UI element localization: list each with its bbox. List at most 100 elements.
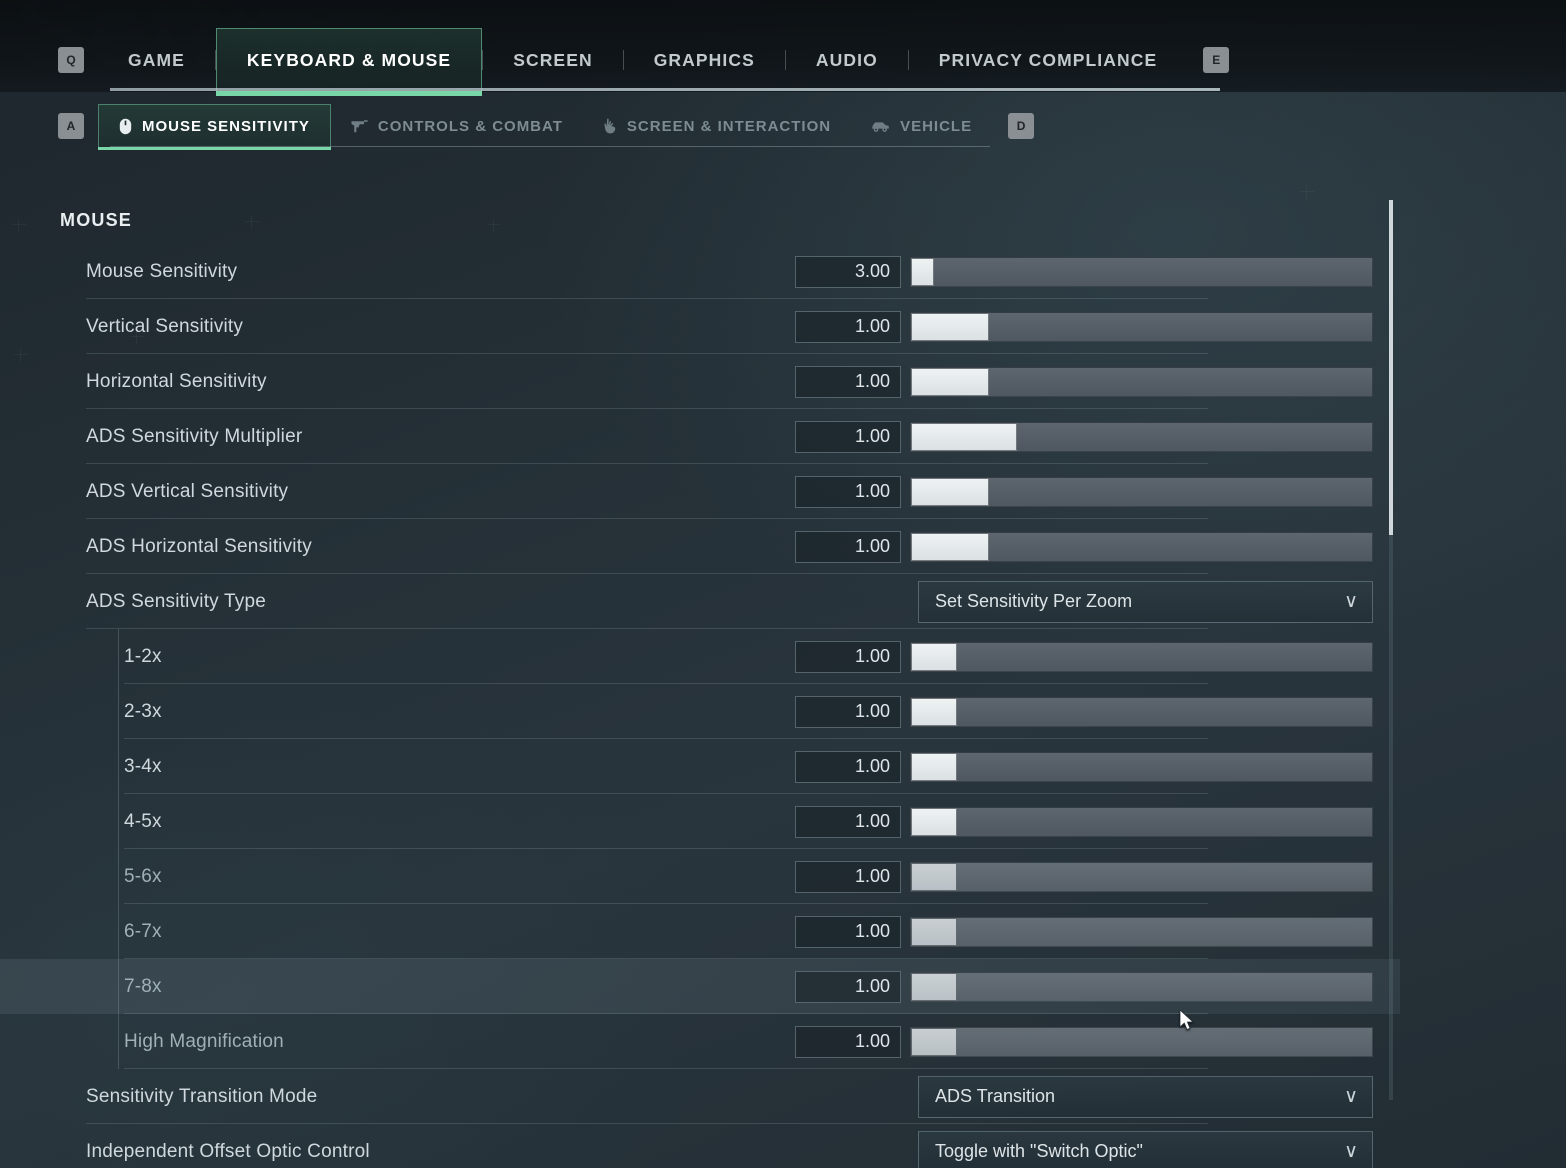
setting-label: 5-6x bbox=[124, 865, 162, 887]
settings-screen: Settings Q GAMEKEYBOARD & MOUSESCREENGRA… bbox=[0, 0, 1566, 1168]
setting-slider[interactable] bbox=[910, 751, 1373, 782]
setting-row-vertical-sensitivity[interactable]: Vertical Sensitivity 1.00 bbox=[0, 299, 1400, 354]
main-tab-screen[interactable]: SCREEN bbox=[483, 28, 623, 92]
sub-tab-label: VEHICLE bbox=[900, 117, 973, 135]
setting-value-box[interactable]: 1.00 bbox=[795, 475, 901, 508]
setting-label: 4-5x bbox=[124, 810, 162, 832]
setting-row-7-8x[interactable]: 7-8x 1.00 bbox=[0, 959, 1400, 1014]
setting-row-ads-vertical-sensitivity[interactable]: ADS Vertical Sensitivity 1.00 bbox=[0, 464, 1400, 519]
setting-value-box[interactable]: 1.00 bbox=[795, 1025, 901, 1058]
slider-fill bbox=[911, 257, 935, 286]
slider-fill bbox=[911, 807, 958, 836]
sub-tab-controls-combat[interactable]: CONTROLS & COMBAT bbox=[331, 104, 583, 148]
main-tab-game[interactable]: GAME bbox=[98, 28, 215, 92]
setting-value-box[interactable]: 1.00 bbox=[795, 805, 901, 838]
setting-slider[interactable] bbox=[910, 861, 1373, 892]
setting-label: Vertical Sensitivity bbox=[86, 315, 244, 337]
setting-slider[interactable] bbox=[910, 421, 1373, 452]
main-tab-bar: Q GAME KEYBOARD & MOUSE SCREEN GRAPHICS AUDI… bbox=[0, 28, 1566, 96]
setting-dropdown[interactable]: Set Sensitivity Per Zoom ∨ bbox=[918, 580, 1373, 623]
setting-row-ads-sensitivity-multiplier[interactable]: ADS Sensitivity Multiplier 1.00 bbox=[0, 409, 1400, 464]
key-hint-d[interactable]: D bbox=[1008, 113, 1035, 139]
setting-slider[interactable] bbox=[910, 1026, 1373, 1057]
main-tab-keyboard-mouse[interactable]: KEYBOARD & MOUSE bbox=[215, 28, 483, 96]
setting-row-6-7x[interactable]: 6-7x 1.00 bbox=[0, 904, 1400, 959]
setting-label: 1-2x bbox=[124, 645, 162, 667]
setting-value-box[interactable]: 1.00 bbox=[795, 640, 901, 673]
setting-slider[interactable] bbox=[910, 806, 1373, 837]
setting-value-box[interactable]: 1.00 bbox=[795, 915, 901, 948]
main-tab-audio[interactable]: AUDIO bbox=[786, 28, 908, 92]
key-hint-a[interactable]: A bbox=[58, 113, 84, 139]
setting-row-5-6x[interactable]: 5-6x 1.00 bbox=[0, 849, 1400, 904]
sub-tab-screen-interaction[interactable]: SCREEN & INTERACTION bbox=[583, 104, 851, 148]
dropdown-value: Set Sensitivity Per Zoom bbox=[935, 591, 1133, 611]
slider-fill bbox=[911, 917, 958, 946]
slider-fill bbox=[911, 312, 990, 341]
main-tab-graphics[interactable]: GRAPHICS bbox=[624, 28, 785, 92]
setting-slider[interactable] bbox=[910, 256, 1373, 287]
key-hint-e[interactable]: E bbox=[1203, 47, 1230, 73]
slider-fill bbox=[911, 477, 990, 506]
sub-tab-vehicle[interactable]: VEHICLE bbox=[851, 104, 992, 148]
setting-label: Mouse Sensitivity bbox=[86, 260, 238, 282]
setting-value-box[interactable]: 1.00 bbox=[795, 970, 901, 1003]
setting-value-box[interactable]: 1.00 bbox=[795, 750, 901, 783]
setting-row-ads-horizontal-sensitivity[interactable]: ADS Horizontal Sensitivity 1.00 bbox=[0, 519, 1400, 574]
setting-value-box[interactable]: 3.00 bbox=[795, 255, 901, 288]
setting-row-mouse-sensitivity[interactable]: Mouse Sensitivity 3.00 bbox=[0, 244, 1400, 299]
setting-value-box[interactable]: 1.00 bbox=[795, 860, 901, 893]
setting-value-box[interactable]: 1.00 bbox=[795, 310, 901, 343]
setting-row-2-3x[interactable]: 2-3x 1.00 bbox=[0, 684, 1400, 739]
setting-value-box[interactable]: 1.00 bbox=[795, 365, 901, 398]
setting-value-box[interactable]: 1.00 bbox=[795, 695, 901, 728]
setting-slider[interactable] bbox=[910, 366, 1373, 397]
setting-row-1-2x[interactable]: 1-2x 1.00 bbox=[0, 629, 1400, 684]
setting-slider[interactable] bbox=[910, 311, 1373, 342]
hand-icon bbox=[603, 118, 617, 134]
setting-slider[interactable] bbox=[910, 476, 1373, 507]
slider-fill bbox=[911, 697, 958, 726]
key-hint-q[interactable]: Q bbox=[58, 47, 84, 73]
setting-row-sensitivity-transition-mode[interactable]: Sensitivity Transition Mode ADS Transitio… bbox=[0, 1069, 1400, 1124]
mouse-icon bbox=[119, 118, 132, 135]
slider-fill bbox=[911, 642, 958, 671]
setting-dropdown[interactable]: Toggle with "Switch Optic" ∨ bbox=[918, 1130, 1373, 1168]
setting-slider[interactable] bbox=[910, 971, 1373, 1002]
main-tab-underline bbox=[110, 88, 1220, 91]
setting-label: Sensitivity Transition Mode bbox=[86, 1085, 318, 1107]
setting-value-box[interactable]: 1.00 bbox=[795, 420, 901, 453]
setting-label: 2-3x bbox=[124, 700, 162, 722]
sub-tab-mouse-sensitivity[interactable]: MOUSE SENSITIVITY bbox=[98, 104, 331, 150]
sub-tab-bar: A MOUSE SENSITIVITY CONTROLS & COMBAT SCRE… bbox=[0, 104, 1566, 150]
setting-row-ads-sensitivity-type[interactable]: ADS Sensitivity Type Set Sensitivity Per … bbox=[0, 574, 1400, 629]
setting-slider[interactable] bbox=[910, 916, 1373, 947]
setting-label: ADS Sensitivity Type bbox=[86, 590, 267, 612]
setting-row-high-magnification[interactable]: High Magnification 1.00 bbox=[0, 1014, 1400, 1069]
dropdown-value: ADS Transition bbox=[935, 1086, 1056, 1106]
setting-label: 7-8x bbox=[124, 975, 162, 997]
scrollbar-track[interactable] bbox=[1389, 200, 1393, 1100]
setting-label: ADS Sensitivity Multiplier bbox=[86, 425, 303, 447]
gun-icon bbox=[351, 119, 368, 133]
setting-row-3-4x[interactable]: 3-4x 1.00 bbox=[0, 739, 1400, 794]
setting-label: Independent Offset Optic Control bbox=[86, 1140, 370, 1162]
setting-label: Horizontal Sensitivity bbox=[86, 370, 267, 392]
setting-slider[interactable] bbox=[910, 696, 1373, 727]
slider-fill bbox=[911, 422, 1018, 451]
setting-value-box[interactable]: 1.00 bbox=[795, 530, 901, 563]
setting-row-independent-offset-optic-control[interactable]: Independent Offset Optic Control Toggle w… bbox=[0, 1124, 1400, 1168]
setting-row-horizontal-sensitivity[interactable]: Horizontal Sensitivity 1.00 bbox=[0, 354, 1400, 409]
setting-dropdown[interactable]: ADS Transition ∨ bbox=[918, 1075, 1373, 1118]
setting-row-4-5x[interactable]: 4-5x 1.00 bbox=[0, 794, 1400, 849]
slider-fill bbox=[911, 972, 958, 1001]
setting-slider[interactable] bbox=[910, 641, 1373, 672]
car-icon bbox=[871, 120, 890, 133]
sub-tab-label: SCREEN & INTERACTION bbox=[626, 117, 832, 135]
main-tab-privacy-compliance[interactable]: PRIVACY COMPLIANCE bbox=[909, 28, 1187, 92]
slider-fill bbox=[911, 367, 990, 396]
scrollbar-thumb[interactable] bbox=[1389, 200, 1393, 535]
sub-tab-underline bbox=[110, 146, 990, 147]
chevron-down-icon: ∨ bbox=[1344, 1141, 1358, 1162]
setting-slider[interactable] bbox=[910, 531, 1373, 562]
